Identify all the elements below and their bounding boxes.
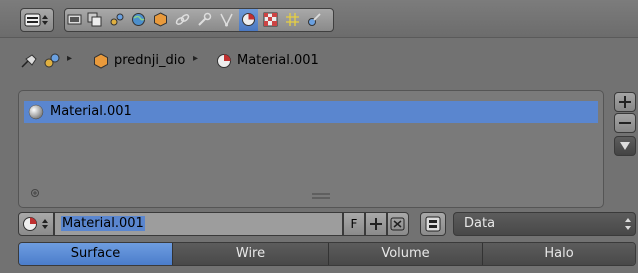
object-icon (94, 53, 108, 69)
tab-volume[interactable]: Volume (328, 243, 482, 265)
resize-grip-icon[interactable] (312, 192, 330, 200)
context-tab-world[interactable] (129, 9, 148, 31)
scene-icon (44, 53, 60, 68)
tab-surface[interactable]: Surface (19, 243, 172, 265)
chevron-down-icon (620, 142, 630, 150)
material-name-field[interactable]: Material.001 (54, 212, 343, 236)
material-link-value: Data (464, 216, 496, 231)
list-item[interactable]: Material.001 (24, 101, 598, 123)
unlink-material-button[interactable] (387, 212, 409, 236)
list-item-label: Material.001 (50, 104, 132, 119)
world-icon (132, 13, 145, 26)
node-tree-icon (425, 216, 441, 232)
context-tab-mesh-data[interactable] (217, 9, 236, 31)
context-tab-object[interactable] (151, 9, 170, 31)
breadcrumb-separator-icon: ▸ (193, 53, 199, 64)
plus-icon (619, 96, 631, 108)
tab-halo[interactable]: Halo (482, 243, 635, 265)
context-tab-modifiers[interactable] (195, 9, 214, 31)
context-tab-texture[interactable] (261, 9, 280, 31)
context-tab-material[interactable] (239, 9, 258, 31)
browse-material-button[interactable] (18, 212, 54, 236)
render-icon (67, 14, 82, 25)
pin-icon[interactable] (20, 53, 38, 69)
scene-icon (110, 13, 124, 26)
material-type-tabs: Surface Wire Volume Halo (18, 242, 636, 266)
material-sphere-icon (28, 104, 44, 120)
modifiers-icon (198, 12, 212, 26)
minus-icon (619, 122, 631, 124)
remove-material-slot-button[interactable] (614, 113, 636, 133)
chevron-updown-icon (625, 218, 631, 230)
material-icon (217, 54, 231, 68)
material-icon (242, 13, 255, 26)
constraints-icon (175, 14, 190, 25)
context-tabs (64, 8, 334, 32)
add-material-slot-button[interactable] (614, 92, 636, 112)
context-tab-physics[interactable] (305, 9, 324, 31)
tab-wire[interactable]: Wire (172, 243, 328, 265)
texture-icon (263, 12, 278, 27)
properties-header (0, 0, 638, 38)
add-filter-icon[interactable] (30, 188, 40, 198)
editor-type-menu[interactable] (20, 8, 54, 32)
material-icon (23, 217, 48, 231)
context-tab-render-layers[interactable] (85, 9, 104, 31)
context-tab-constraints[interactable] (173, 9, 192, 31)
breadcrumb-separator-icon: ▸ (67, 53, 73, 64)
context-tab-particles[interactable] (283, 9, 302, 31)
close-icon (390, 217, 405, 231)
context-tab-scene[interactable] (107, 9, 126, 31)
object-icon (154, 12, 167, 27)
properties-editor-icon (24, 13, 48, 27)
new-material-button[interactable] (365, 212, 387, 236)
breadcrumb-object-name: prednji_dio (114, 53, 186, 68)
context-tab-render[interactable] (65, 9, 84, 31)
breadcrumb-material-name: Material.001 (237, 53, 319, 68)
material-name-value: Material.001 (61, 216, 145, 231)
material-specials-button[interactable] (614, 136, 636, 156)
physics-icon (308, 13, 321, 26)
fake-user-toggle[interactable]: F (343, 212, 365, 236)
material-link-dropdown[interactable]: Data (453, 212, 636, 236)
browse-node-tree-button[interactable] (420, 212, 446, 236)
breadcrumb: ▸ prednji_dio ▸ Material.001 (0, 45, 638, 75)
mesh-data-icon (220, 13, 233, 27)
plus-icon (370, 218, 382, 230)
particles-icon (286, 13, 299, 26)
render-layers-icon (87, 12, 102, 27)
